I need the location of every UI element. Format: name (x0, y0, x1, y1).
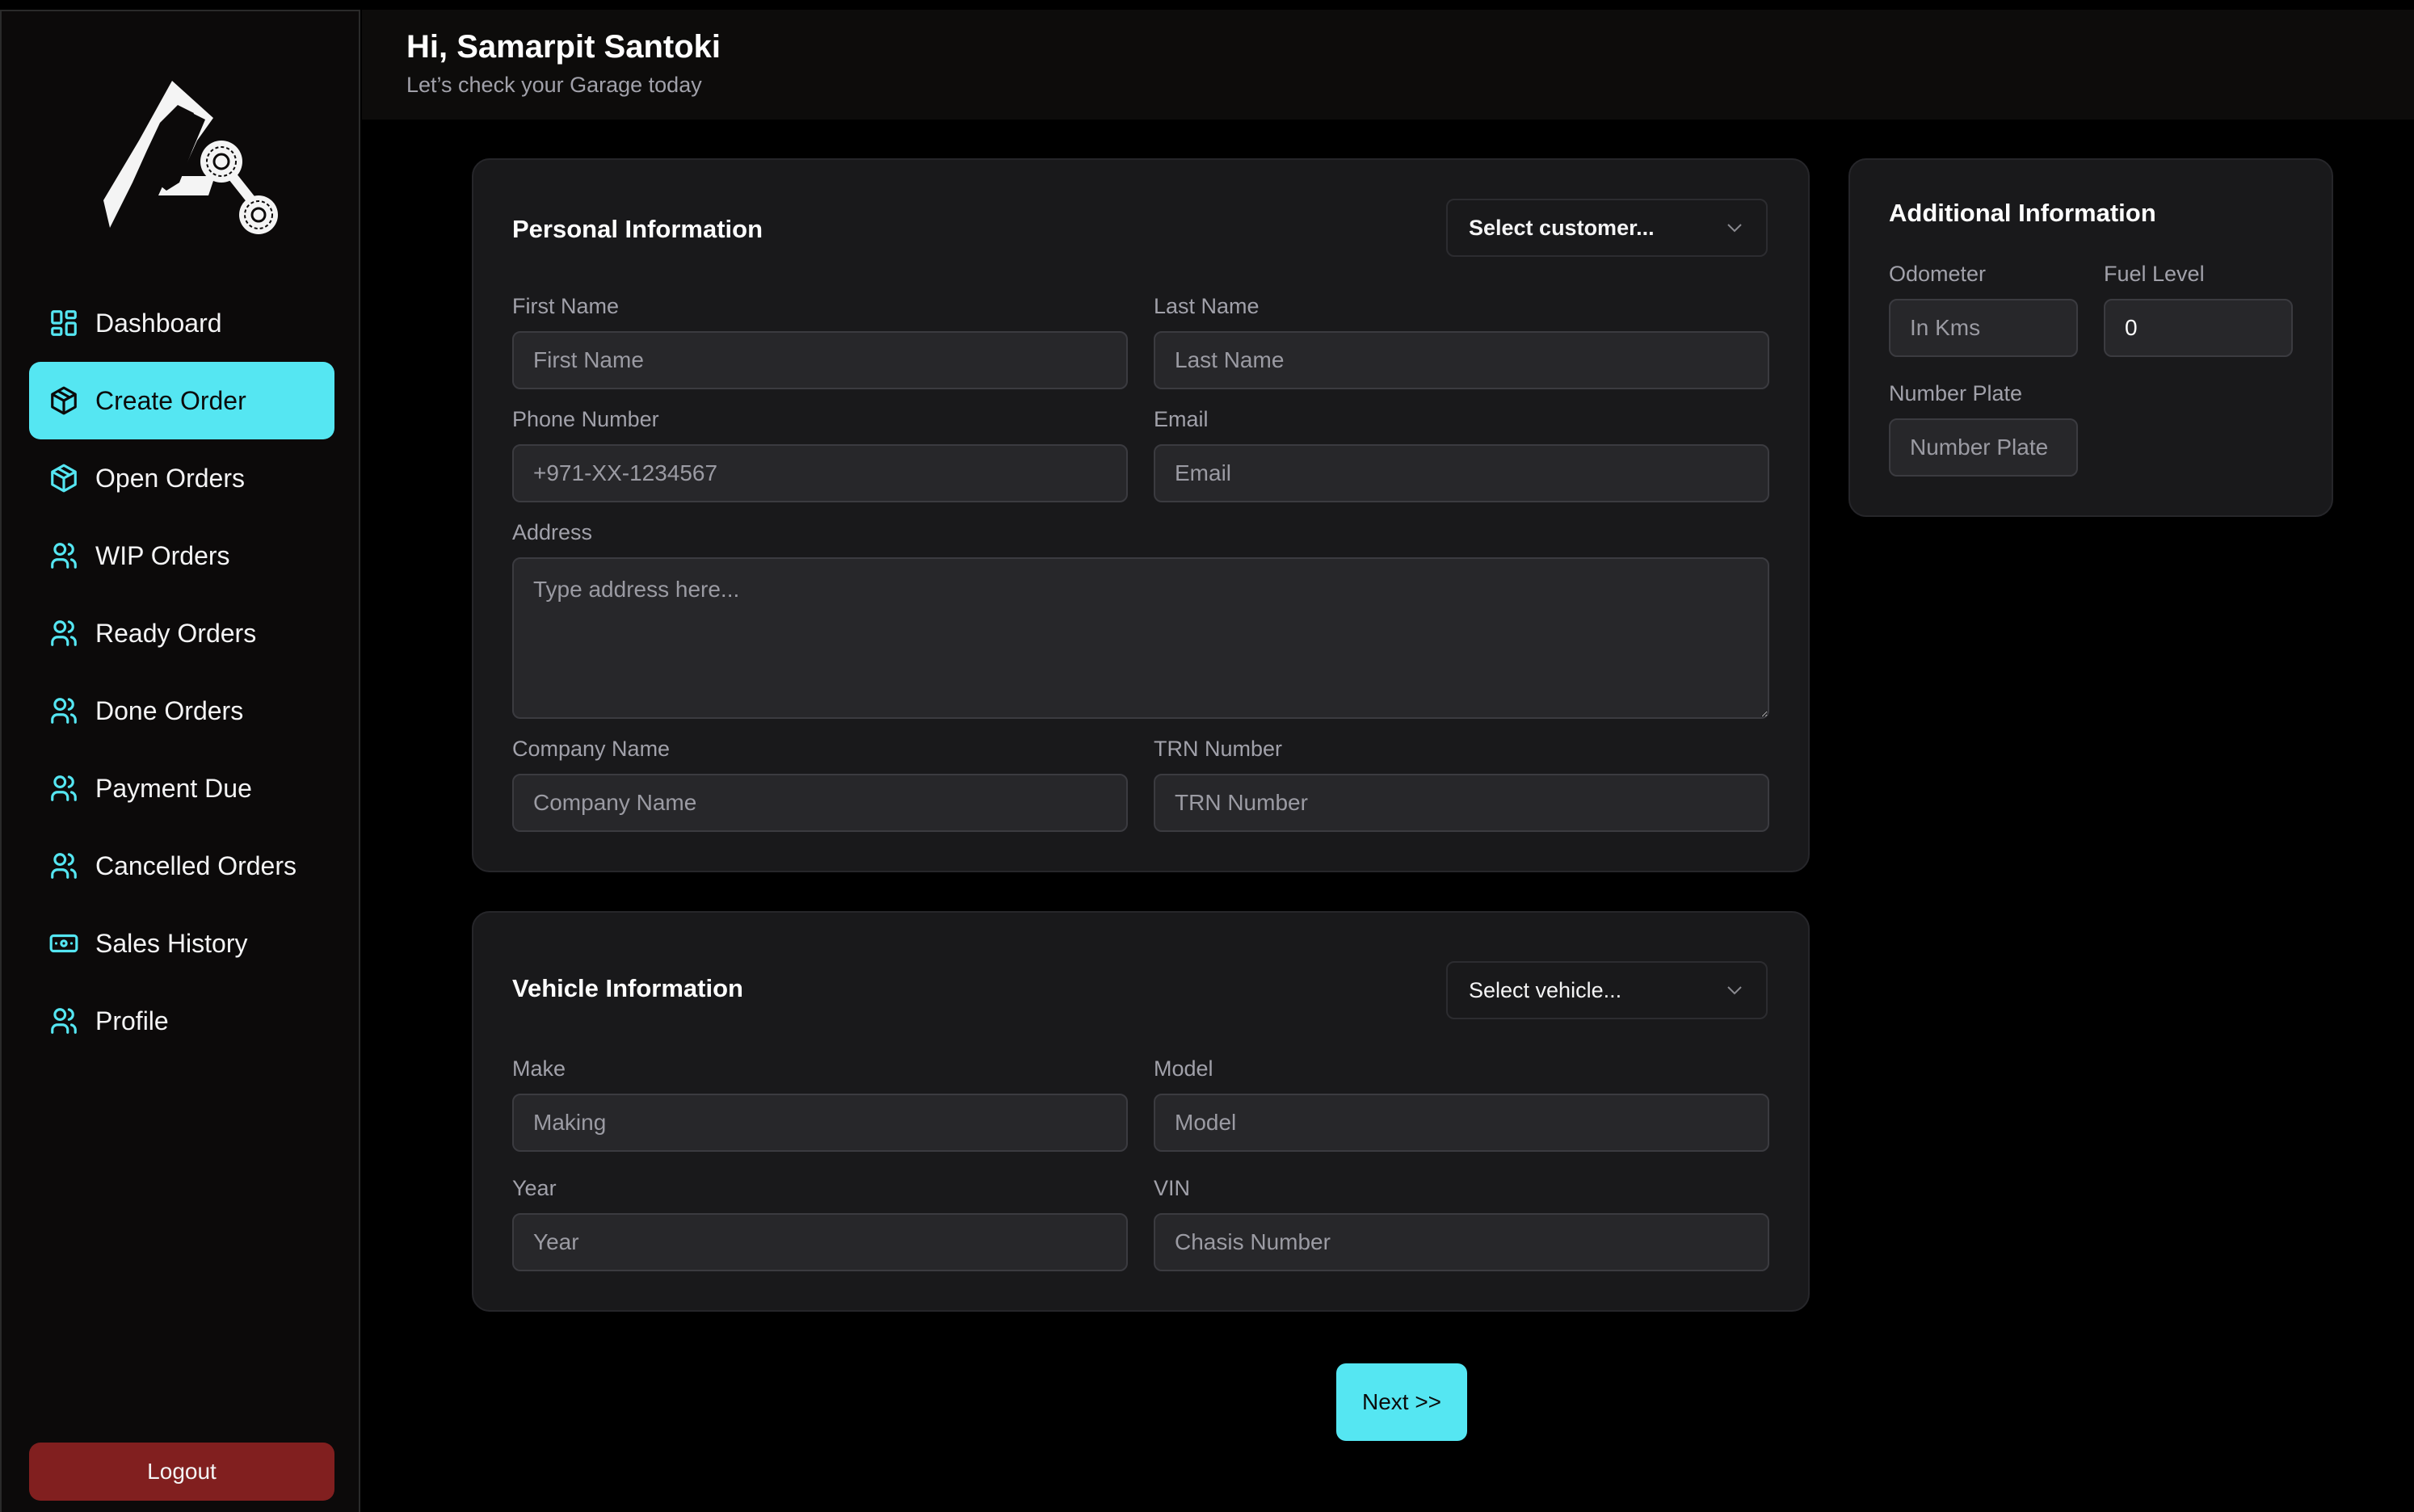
users-icon (48, 850, 79, 881)
sidebar-item-dashboard[interactable]: Dashboard (29, 284, 334, 362)
sidebar-item-profile[interactable]: Profile (29, 982, 334, 1060)
last-name-input[interactable] (1154, 331, 1769, 389)
email-label: Email (1154, 407, 1209, 431)
vin-label: VIN (1154, 1176, 1191, 1200)
users-icon (48, 773, 79, 804)
greeting-title: Hi, Samarpit Santoki (406, 29, 721, 65)
dashboard-grid-icon (48, 308, 79, 338)
vehicle-information-title: Vehicle Information (512, 974, 743, 1002)
phone-number-label: Phone Number (512, 407, 659, 431)
sidebar-item-label: WIP Orders (95, 540, 230, 570)
select-vehicle-label: Select vehicle... (1469, 977, 1622, 1002)
sidebar-item-ready-orders[interactable]: Ready Orders (29, 594, 334, 672)
sidebar-item-cancelled-orders[interactable]: Cancelled Orders (29, 827, 334, 905)
odometer-input[interactable] (1889, 299, 2078, 357)
model-label: Model (1154, 1056, 1213, 1081)
company-name-input[interactable] (512, 774, 1128, 832)
phone-number-input[interactable] (512, 444, 1128, 502)
users-icon (48, 540, 79, 571)
last-name-label: Last Name (1154, 294, 1260, 318)
make-input[interactable] (512, 1094, 1128, 1152)
package-cube-icon (48, 463, 79, 494)
sidebar-item-sales-history[interactable]: Sales History (29, 905, 334, 982)
address-textarea[interactable] (512, 557, 1769, 719)
sidebar-item-label: Sales History (95, 928, 248, 958)
personal-information-title: Personal Information (512, 215, 763, 243)
additional-information-card: Additional Information Odometer Fuel Lev… (1848, 158, 2333, 517)
users-icon (48, 695, 79, 726)
sidebar-item-label: Done Orders (95, 695, 244, 725)
sidebar-item-label: Cancelled Orders (95, 850, 296, 880)
address-label: Address (512, 520, 593, 544)
package-cube-icon (48, 385, 79, 416)
next-button[interactable]: Next >> (1336, 1363, 1467, 1441)
sidebar-item-label: Create Order (95, 385, 246, 415)
fuel-level-label: Fuel Level (2104, 262, 2205, 286)
additional-information-title: Additional Information (1889, 199, 2156, 227)
chevron-down-icon (1727, 986, 1742, 995)
make-label: Make (512, 1056, 566, 1081)
select-customer-label: Select customer... (1469, 215, 1655, 240)
email-input[interactable] (1154, 444, 1769, 502)
first-name-input[interactable] (512, 331, 1128, 389)
select-customer-dropdown[interactable]: Select customer... (1446, 199, 1768, 257)
number-plate-input[interactable] (1889, 418, 2078, 477)
trn-number-label: TRN Number (1154, 737, 1283, 761)
company-name-label: Company Name (512, 737, 671, 761)
sidebar-item-label: Ready Orders (95, 618, 257, 648)
garage-logo (103, 81, 278, 234)
model-input[interactable] (1154, 1094, 1769, 1152)
sidebar-item-open-orders[interactable]: Open Orders (29, 439, 334, 517)
sidebar-item-label: Profile (95, 1006, 169, 1035)
year-label: Year (512, 1176, 557, 1200)
select-vehicle-dropdown[interactable]: Select vehicle... (1446, 961, 1768, 1019)
sidebar-item-payment-due[interactable]: Payment Due (29, 750, 334, 827)
users-icon (48, 618, 79, 649)
vin-input[interactable] (1154, 1213, 1769, 1271)
first-name-label: First Name (512, 294, 620, 318)
odometer-label: Odometer (1889, 262, 1987, 286)
chevron-down-icon (1727, 224, 1742, 233)
sidebar-item-label: Dashboard (95, 308, 222, 338)
personal-information-card: Personal Information Select customer... … (472, 158, 1810, 872)
year-input[interactable] (512, 1213, 1128, 1271)
sidebar-item-wip-orders[interactable]: WIP Orders (29, 517, 334, 594)
greeting-subtitle: Let’s check your Garage today (406, 73, 702, 97)
sidebar-item-create-order[interactable]: Create Order (29, 362, 334, 439)
top-bar: Hi, Samarpit Santoki Let’s check your Ga… (362, 10, 2414, 120)
number-plate-label: Number Plate (1889, 381, 2023, 405)
users-icon (48, 1006, 79, 1036)
trn-number-input[interactable] (1154, 774, 1769, 832)
sidebar-nav: Dashboard Create Order Open Orders WIP O… (29, 284, 334, 1060)
sidebar: Dashboard Create Order Open Orders WIP O… (0, 10, 360, 1512)
sidebar-item-label: Open Orders (95, 463, 245, 493)
sidebar-item-label: Payment Due (95, 773, 252, 803)
logout-button[interactable]: Logout (29, 1443, 334, 1501)
fuel-level-input[interactable] (2104, 299, 2293, 357)
sidebar-item-done-orders[interactable]: Done Orders (29, 672, 334, 750)
banknote-icon (48, 928, 79, 959)
vehicle-information-card: Vehicle Information Select vehicle... Ma… (472, 911, 1810, 1312)
